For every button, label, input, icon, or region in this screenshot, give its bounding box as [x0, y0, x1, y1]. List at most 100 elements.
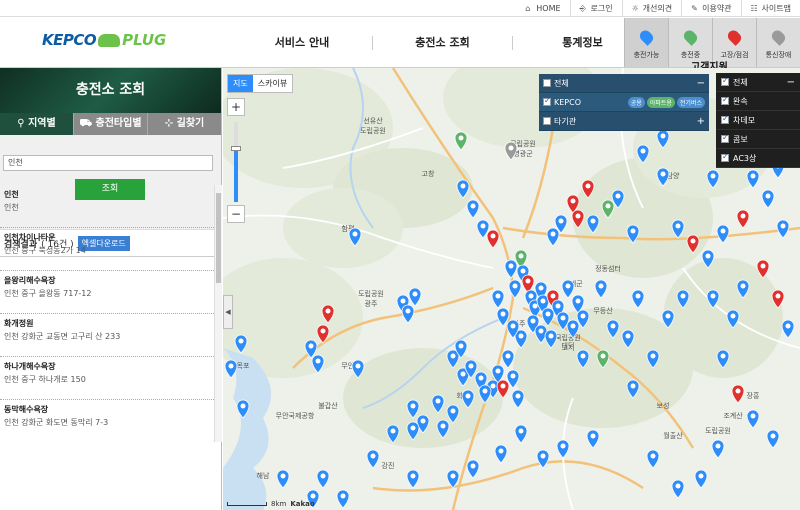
- charging-station-pin[interactable]: [711, 439, 725, 459]
- list-item[interactable]: 동막해수욕장 인천 강화군 화도면 동막리 7-3: [0, 400, 214, 442]
- map-canvas[interactable]: 선유산도립공원고창국립공원영광군함평무안군불갑산도립공원광주나주화순대덕정동섬터…: [223, 68, 800, 510]
- filter-row[interactable]: 차데모: [716, 111, 800, 130]
- charging-station-pin[interactable]: [586, 429, 600, 449]
- status-button-3[interactable]: 통신장애: [756, 18, 800, 67]
- list-item[interactable]: 인천 인천: [0, 185, 214, 228]
- result-scrollbar[interactable]: [214, 185, 222, 442]
- nav-service-info[interactable]: 서비스 안내: [232, 36, 372, 50]
- layer-all-row[interactable]: 전체 −: [539, 74, 709, 93]
- layer-all-checkbox[interactable]: [543, 79, 551, 87]
- charging-station-pin[interactable]: [486, 229, 500, 249]
- util-link-pencil[interactable]: ✎ 이용약관: [681, 0, 740, 17]
- charging-station-pin[interactable]: [536, 449, 550, 469]
- region-search-input[interactable]: 인천: [3, 155, 213, 171]
- chip-apartment[interactable]: 아파트용: [646, 96, 675, 108]
- filter-collapse-button[interactable]: −: [787, 77, 795, 88]
- charging-station-pin[interactable]: [508, 279, 522, 299]
- charging-station-pin[interactable]: [276, 469, 290, 489]
- chip-public[interactable]: 공용: [627, 96, 645, 108]
- charging-station-pin[interactable]: [731, 384, 745, 404]
- collapse-panel-button[interactable]: ◀: [223, 295, 233, 329]
- charging-station-pin[interactable]: [511, 389, 525, 409]
- map-place-label: 강진: [382, 461, 395, 470]
- map-type-skyview[interactable]: 스카이뷰: [252, 75, 293, 92]
- util-link-lightbulb[interactable]: ☼ 개선의견: [621, 0, 681, 17]
- charging-station-pin[interactable]: [746, 409, 760, 429]
- search-tabs: ⚲ 지역별 ⛟ 충전타입별 ⊹ 길찾기: [0, 113, 221, 135]
- zoom-in-button[interactable]: +: [227, 98, 245, 116]
- scroll-thumb[interactable]: [216, 193, 221, 283]
- layer-kepco-checkbox[interactable]: [543, 96, 551, 106]
- filter-row[interactable]: 전체 −: [716, 73, 800, 92]
- chip-electric-bus[interactable]: 전기버스: [676, 96, 705, 108]
- layer-kepco-row[interactable]: KEPCO 공용 아파트용 전기버스: [539, 93, 709, 112]
- charging-station-pin[interactable]: [466, 459, 480, 479]
- layer-collapse-button[interactable]: −: [697, 78, 705, 89]
- map-type-road[interactable]: 지도: [228, 75, 253, 92]
- charging-station-pin[interactable]: [694, 469, 708, 489]
- charging-station-pin[interactable]: [466, 199, 480, 219]
- zoom-out-button[interactable]: −: [227, 205, 245, 223]
- filter-row[interactable]: AC3상: [716, 149, 800, 168]
- list-item[interactable]: 인천차이나타운 인천 중구 북성동2가 14: [0, 228, 214, 271]
- status-pin-icon: [769, 28, 788, 46]
- util-link-home[interactable]: ⌂ HOME: [516, 0, 569, 17]
- charging-station-pin[interactable]: [671, 479, 685, 499]
- charging-station-pin[interactable]: [646, 449, 660, 469]
- map-view[interactable]: 선유산도립공원고창국립공원영광군함평무안군불갑산도립공원광주나주화순대덕정동섬터…: [223, 68, 800, 510]
- kepco-plug-logo[interactable]: KEPCO PLUG: [42, 31, 166, 49]
- charging-station-pin[interactable]: [501, 349, 515, 369]
- list-item[interactable]: 을왕리해수욕장 인천 중구 을왕동 717-12: [0, 271, 214, 314]
- nav-station-search[interactable]: 충전소 조회: [372, 36, 512, 50]
- charging-station-pin[interactable]: [224, 359, 238, 379]
- zoom-level-fill: [234, 148, 238, 202]
- charging-station-pin[interactable]: [736, 209, 750, 229]
- charging-station-pin[interactable]: [494, 444, 508, 464]
- status-button-0[interactable]: 충전가능: [624, 18, 668, 67]
- tab-charge-type[interactable]: ⛟ 충전타입별: [73, 113, 147, 135]
- filter-checkbox[interactable]: [721, 95, 729, 105]
- charging-station-pin[interactable]: [716, 224, 730, 244]
- charging-station-pin[interactable]: [594, 279, 608, 299]
- charging-station-pin[interactable]: [546, 227, 560, 247]
- panel-title: 충전소 조회: [0, 68, 221, 113]
- filter-checkbox[interactable]: [721, 152, 729, 162]
- status-pin-icon: [681, 28, 700, 46]
- tab-region[interactable]: ⚲ 지역별: [0, 113, 73, 135]
- charging-station-pin[interactable]: [631, 289, 645, 309]
- charging-station-pin[interactable]: [408, 287, 422, 307]
- charging-station-pin[interactable]: [504, 259, 518, 279]
- tab-directions[interactable]: ⊹ 길찾기: [147, 113, 221, 135]
- layer-other-checkbox[interactable]: [543, 117, 551, 125]
- charging-station-pin[interactable]: [514, 424, 528, 444]
- util-link-login[interactable]: ⎆ 로그인: [569, 0, 622, 17]
- charging-station-pin[interactable]: [781, 319, 795, 339]
- charging-station-pin[interactable]: [336, 489, 350, 509]
- zoom-handle[interactable]: [231, 146, 241, 151]
- charging-station-pin[interactable]: [491, 289, 505, 309]
- map-place-label: 월출산: [663, 431, 683, 440]
- charging-station-pin[interactable]: [561, 279, 575, 299]
- list-item[interactable]: 화개정원 인천 강화군 교동면 고구리 산 233: [0, 314, 214, 357]
- charging-station-pin[interactable]: [454, 131, 468, 151]
- charging-station-pin[interactable]: [776, 219, 790, 239]
- layer-expand-button[interactable]: +: [697, 116, 705, 127]
- charging-station-pin[interactable]: [406, 469, 420, 489]
- charging-station-pin[interactable]: [401, 304, 415, 324]
- charging-station-pin[interactable]: [766, 429, 780, 449]
- list-item[interactable]: 하나개해수욕장 인천 중구 하나개로 150: [0, 357, 214, 400]
- charging-station-pin[interactable]: [316, 469, 330, 489]
- filter-row[interactable]: 콤보: [716, 130, 800, 149]
- util-link-sitemap[interactable]: ☷ 사이트맵: [740, 0, 800, 17]
- charging-station-pin[interactable]: [366, 449, 380, 469]
- charging-station-pin[interactable]: [556, 439, 570, 459]
- map-place-label: 국립공원: [555, 333, 581, 342]
- charging-station-pin[interactable]: [761, 189, 775, 209]
- filter-label: 콤보: [733, 134, 748, 144]
- filter-checkbox[interactable]: [721, 114, 729, 124]
- layer-other-row[interactable]: 타기관 +: [539, 112, 709, 131]
- filter-checkbox[interactable]: [721, 76, 729, 86]
- filter-checkbox[interactable]: [721, 133, 729, 143]
- map-place-label: 불갑산: [318, 401, 338, 410]
- filter-row[interactable]: 완속: [716, 92, 800, 111]
